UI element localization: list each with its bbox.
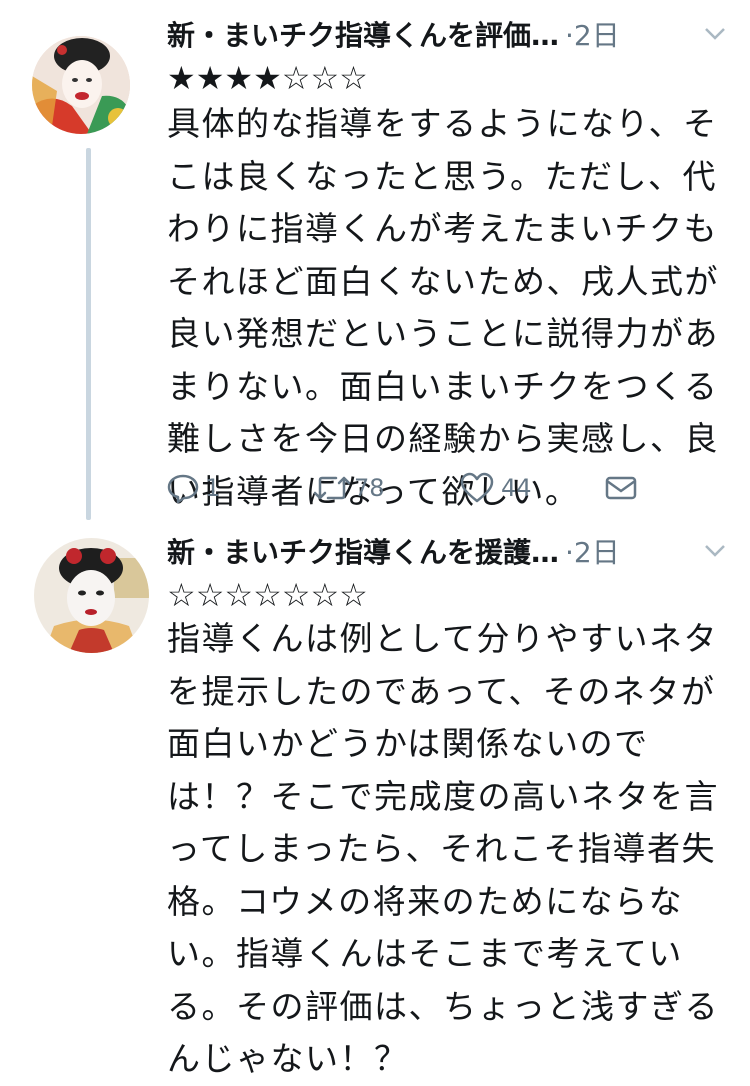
like-button[interactable]: 44 bbox=[459, 470, 532, 506]
tweet-text: 具体的な指導をするようになり、そ こは良くなったと思う。ただし、代 わりに指導く… bbox=[167, 98, 727, 518]
avatar-image bbox=[34, 538, 149, 653]
avatar[interactable] bbox=[34, 538, 149, 653]
action-bar: 1 78 44 bbox=[165, 470, 645, 510]
tweet-1[interactable]: 新・まいチク指導くんを評価… ·2日 ★★★★☆☆☆ 具体的な指導をするようにな… bbox=[0, 0, 750, 525]
tweet-text-line: 良い発想だということに説得力があ bbox=[167, 314, 719, 353]
display-name[interactable]: 新・まいチク指導くんを援護… bbox=[167, 531, 559, 571]
avatar[interactable] bbox=[32, 36, 130, 134]
display-name[interactable]: 新・まいチク指導くんを評価… bbox=[167, 14, 559, 54]
tweet-text-line: こは良くなったと思う。ただし、代 bbox=[167, 156, 718, 196]
star-rating: ★★★★☆☆☆ bbox=[167, 59, 368, 97]
tweet-text-line: それほど面白くないため、戌人式が bbox=[167, 261, 719, 301]
timestamp[interactable]: ·2日 bbox=[565, 14, 620, 54]
tweet-header: 新・まいチク指導くんを評価… ·2日 bbox=[167, 12, 730, 56]
avatar-image bbox=[32, 36, 130, 134]
retweet-count: 78 bbox=[354, 474, 385, 502]
thread-line bbox=[86, 148, 91, 520]
heart-icon bbox=[459, 470, 495, 506]
retweet-button[interactable]: 78 bbox=[312, 470, 385, 506]
reply-button[interactable]: 1 bbox=[165, 470, 220, 506]
tweet-text-line: 格。コウメの将来のためにならな bbox=[167, 881, 684, 921]
tweet-text-line: い。指導くんはそこまで考えてい bbox=[167, 934, 683, 973]
tweet-header: 新・まいチク指導くんを援護… ·2日 bbox=[167, 529, 730, 573]
tweet-text-line: わりに指導くんが考えたまいチクも bbox=[167, 209, 719, 248]
envelope-icon bbox=[605, 470, 637, 506]
tweet-text-line: は！？そこで完成度の高いネタを言 bbox=[167, 776, 719, 816]
tweet-text-line: る。その評価は、ちょっと浅すぎる bbox=[167, 986, 719, 1026]
timestamp[interactable]: ·2日 bbox=[565, 531, 620, 571]
tweet-text-line: んじゃない！？ bbox=[167, 1039, 409, 1078]
tweet-text-line: ってしまったら、それこそ指導者失 bbox=[167, 829, 717, 868]
reply-icon bbox=[165, 470, 201, 506]
tweet-text-line: 指導くんは例として分りやすいネタ bbox=[167, 619, 719, 658]
tweet-text-line: まりない。面白いまいチクをつくる bbox=[167, 366, 719, 406]
chevron-down-icon[interactable] bbox=[700, 18, 730, 48]
tweet-text-line: 面白いかどうかは関係ないので bbox=[167, 724, 649, 763]
reply-count: 1 bbox=[205, 474, 221, 502]
star-rating: ☆☆☆☆☆☆☆ bbox=[167, 576, 368, 614]
tweet-text-line: 難しさを今日の経験から実感し、良 bbox=[167, 419, 719, 458]
tweet-2[interactable]: 新・まいチク指導くんを援護… ·2日 ☆☆☆☆☆☆☆ 指導くんは例として分りやす… bbox=[0, 525, 750, 1078]
chevron-down-icon[interactable] bbox=[700, 535, 730, 565]
tweet-text-line: を提示したのであって、そのネタが bbox=[167, 671, 716, 711]
direct-message-button[interactable] bbox=[605, 470, 637, 506]
tweet-text: 指導くんは例として分りやすいネタ を提示したのであって、そのネタが 面白いかどう… bbox=[167, 613, 727, 1086]
tweet-text-line: 具体的な指導をするようになり、そ bbox=[167, 104, 718, 143]
retweet-icon bbox=[312, 470, 352, 506]
like-count: 44 bbox=[501, 474, 532, 502]
